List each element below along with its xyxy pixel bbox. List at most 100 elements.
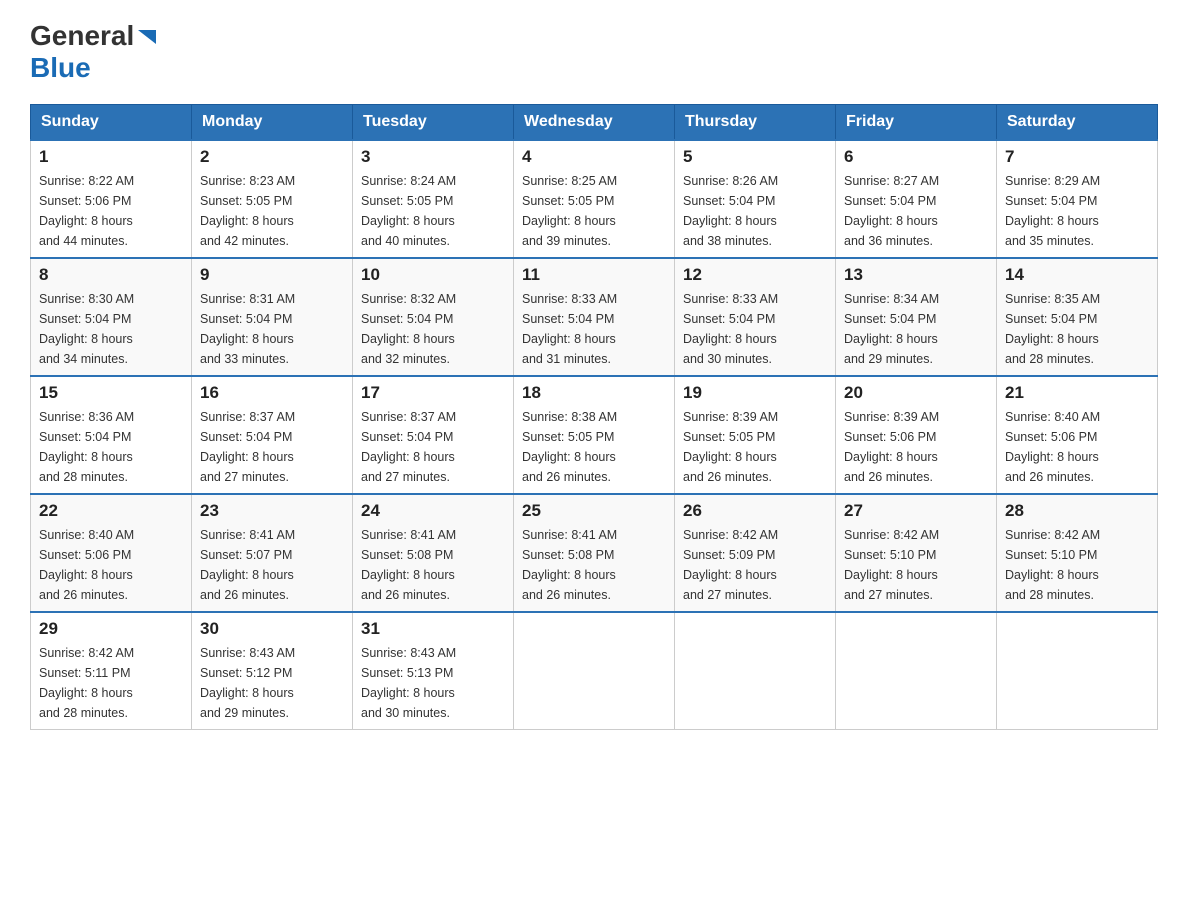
day-number: 16 <box>200 383 344 403</box>
calendar-cell: 28 Sunrise: 8:42 AMSunset: 5:10 PMDayligh… <box>997 494 1158 612</box>
calendar-cell: 16 Sunrise: 8:37 AMSunset: 5:04 PMDayligh… <box>192 376 353 494</box>
weekday-header-thursday: Thursday <box>675 105 836 141</box>
day-info: Sunrise: 8:33 AMSunset: 5:04 PMDaylight:… <box>522 289 666 369</box>
day-number: 18 <box>522 383 666 403</box>
day-info: Sunrise: 8:32 AMSunset: 5:04 PMDaylight:… <box>361 289 505 369</box>
calendar-cell: 31Sunrise: 8:43 AMSunset: 5:13 PMDayligh… <box>353 612 514 730</box>
calendar-cell: 29 Sunrise: 8:42 AMSunset: 5:11 PMDayligh… <box>31 612 192 730</box>
day-info: Sunrise: 8:33 AMSunset: 5:04 PMDaylight:… <box>683 289 827 369</box>
day-number: 29 <box>39 619 183 639</box>
day-info: Sunrise: 8:40 AMSunset: 5:06 PMDaylight:… <box>39 525 183 605</box>
day-number: 26 <box>683 501 827 521</box>
day-info: Sunrise: 8:41 AMSunset: 5:07 PMDaylight:… <box>200 525 344 605</box>
calendar-week-row: 29 Sunrise: 8:42 AMSunset: 5:11 PMDayligh… <box>31 612 1158 730</box>
calendar-cell <box>997 612 1158 730</box>
day-info: Sunrise: 8:36 AMSunset: 5:04 PMDaylight:… <box>39 407 183 487</box>
calendar-cell: 1 Sunrise: 8:22 AMSunset: 5:06 PMDaylight… <box>31 140 192 258</box>
day-info: Sunrise: 8:30 AMSunset: 5:04 PMDaylight:… <box>39 289 183 369</box>
logo: General Blue <box>30 20 158 84</box>
day-info: Sunrise: 8:29 AMSunset: 5:04 PMDaylight:… <box>1005 171 1149 251</box>
calendar-cell: 25Sunrise: 8:41 AMSunset: 5:08 PMDayligh… <box>514 494 675 612</box>
day-number: 30 <box>200 619 344 639</box>
day-info: Sunrise: 8:31 AMSunset: 5:04 PMDaylight:… <box>200 289 344 369</box>
day-info: Sunrise: 8:27 AMSunset: 5:04 PMDaylight:… <box>844 171 988 251</box>
calendar-cell: 20 Sunrise: 8:39 AMSunset: 5:06 PMDayligh… <box>836 376 997 494</box>
day-info: Sunrise: 8:42 AMSunset: 5:11 PMDaylight:… <box>39 643 183 723</box>
calendar-cell: 8Sunrise: 8:30 AMSunset: 5:04 PMDaylight… <box>31 258 192 376</box>
calendar-week-row: 1 Sunrise: 8:22 AMSunset: 5:06 PMDaylight… <box>31 140 1158 258</box>
day-number: 12 <box>683 265 827 285</box>
day-number: 23 <box>200 501 344 521</box>
day-info: Sunrise: 8:41 AMSunset: 5:08 PMDaylight:… <box>361 525 505 605</box>
day-number: 2 <box>200 147 344 167</box>
calendar-cell <box>514 612 675 730</box>
day-info: Sunrise: 8:42 AMSunset: 5:10 PMDaylight:… <box>844 525 988 605</box>
day-number: 15 <box>39 383 183 403</box>
day-info: Sunrise: 8:34 AMSunset: 5:04 PMDaylight:… <box>844 289 988 369</box>
weekday-header-sunday: Sunday <box>31 105 192 141</box>
weekday-header-wednesday: Wednesday <box>514 105 675 141</box>
calendar-cell <box>675 612 836 730</box>
day-info: Sunrise: 8:43 AMSunset: 5:12 PMDaylight:… <box>200 643 344 723</box>
logo-blue-text: Blue <box>30 52 91 83</box>
calendar-cell: 30 Sunrise: 8:43 AMSunset: 5:12 PMDayligh… <box>192 612 353 730</box>
day-number: 1 <box>39 147 183 167</box>
calendar-cell: 19 Sunrise: 8:39 AMSunset: 5:05 PMDayligh… <box>675 376 836 494</box>
day-info: Sunrise: 8:39 AMSunset: 5:05 PMDaylight:… <box>683 407 827 487</box>
calendar-cell: 11Sunrise: 8:33 AMSunset: 5:04 PMDayligh… <box>514 258 675 376</box>
day-number: 5 <box>683 147 827 167</box>
day-info: Sunrise: 8:26 AMSunset: 5:04 PMDaylight:… <box>683 171 827 251</box>
day-info: Sunrise: 8:25 AMSunset: 5:05 PMDaylight:… <box>522 171 666 251</box>
weekday-header-saturday: Saturday <box>997 105 1158 141</box>
day-info: Sunrise: 8:40 AMSunset: 5:06 PMDaylight:… <box>1005 407 1149 487</box>
calendar-cell: 9 Sunrise: 8:31 AMSunset: 5:04 PMDaylight… <box>192 258 353 376</box>
day-number: 6 <box>844 147 988 167</box>
calendar-cell: 18 Sunrise: 8:38 AMSunset: 5:05 PMDayligh… <box>514 376 675 494</box>
calendar-cell: 21Sunrise: 8:40 AMSunset: 5:06 PMDayligh… <box>997 376 1158 494</box>
day-number: 7 <box>1005 147 1149 167</box>
calendar-cell: 12 Sunrise: 8:33 AMSunset: 5:04 PMDayligh… <box>675 258 836 376</box>
day-number: 31 <box>361 619 505 639</box>
day-number: 22 <box>39 501 183 521</box>
weekday-header-friday: Friday <box>836 105 997 141</box>
day-info: Sunrise: 8:42 AMSunset: 5:10 PMDaylight:… <box>1005 525 1149 605</box>
calendar-cell: 24Sunrise: 8:41 AMSunset: 5:08 PMDayligh… <box>353 494 514 612</box>
day-number: 9 <box>200 265 344 285</box>
day-info: Sunrise: 8:39 AMSunset: 5:06 PMDaylight:… <box>844 407 988 487</box>
calendar-header-row: SundayMondayTuesdayWednesdayThursdayFrid… <box>31 105 1158 141</box>
calendar-table: SundayMondayTuesdayWednesdayThursdayFrid… <box>30 104 1158 730</box>
calendar-cell: 23 Sunrise: 8:41 AMSunset: 5:07 PMDayligh… <box>192 494 353 612</box>
day-number: 17 <box>361 383 505 403</box>
calendar-cell: 14Sunrise: 8:35 AMSunset: 5:04 PMDayligh… <box>997 258 1158 376</box>
calendar-cell: 27 Sunrise: 8:42 AMSunset: 5:10 PMDayligh… <box>836 494 997 612</box>
day-info: Sunrise: 8:42 AMSunset: 5:09 PMDaylight:… <box>683 525 827 605</box>
calendar-cell: 15 Sunrise: 8:36 AMSunset: 5:04 PMDayligh… <box>31 376 192 494</box>
day-number: 20 <box>844 383 988 403</box>
day-info: Sunrise: 8:37 AMSunset: 5:04 PMDaylight:… <box>361 407 505 487</box>
day-info: Sunrise: 8:37 AMSunset: 5:04 PMDaylight:… <box>200 407 344 487</box>
calendar-cell: 26 Sunrise: 8:42 AMSunset: 5:09 PMDayligh… <box>675 494 836 612</box>
calendar-cell: 22 Sunrise: 8:40 AMSunset: 5:06 PMDayligh… <box>31 494 192 612</box>
day-number: 27 <box>844 501 988 521</box>
day-number: 28 <box>1005 501 1149 521</box>
logo-triangle-icon <box>136 26 158 48</box>
calendar-cell: 10 Sunrise: 8:32 AMSunset: 5:04 PMDayligh… <box>353 258 514 376</box>
calendar-cell: 3Sunrise: 8:24 AMSunset: 5:05 PMDaylight… <box>353 140 514 258</box>
day-info: Sunrise: 8:22 AMSunset: 5:06 PMDaylight:… <box>39 171 183 251</box>
weekday-header-monday: Monday <box>192 105 353 141</box>
calendar-cell: 2 Sunrise: 8:23 AMSunset: 5:05 PMDaylight… <box>192 140 353 258</box>
day-info: Sunrise: 8:41 AMSunset: 5:08 PMDaylight:… <box>522 525 666 605</box>
day-number: 10 <box>361 265 505 285</box>
calendar-cell <box>836 612 997 730</box>
calendar-cell: 17 Sunrise: 8:37 AMSunset: 5:04 PMDayligh… <box>353 376 514 494</box>
calendar-cell: 5 Sunrise: 8:26 AMSunset: 5:04 PMDaylight… <box>675 140 836 258</box>
calendar-cell: 6 Sunrise: 8:27 AMSunset: 5:04 PMDaylight… <box>836 140 997 258</box>
weekday-header-tuesday: Tuesday <box>353 105 514 141</box>
day-number: 19 <box>683 383 827 403</box>
day-number: 4 <box>522 147 666 167</box>
calendar-cell: 13Sunrise: 8:34 AMSunset: 5:04 PMDayligh… <box>836 258 997 376</box>
day-number: 3 <box>361 147 505 167</box>
calendar-cell: 7 Sunrise: 8:29 AMSunset: 5:04 PMDaylight… <box>997 140 1158 258</box>
day-info: Sunrise: 8:38 AMSunset: 5:05 PMDaylight:… <box>522 407 666 487</box>
day-info: Sunrise: 8:23 AMSunset: 5:05 PMDaylight:… <box>200 171 344 251</box>
